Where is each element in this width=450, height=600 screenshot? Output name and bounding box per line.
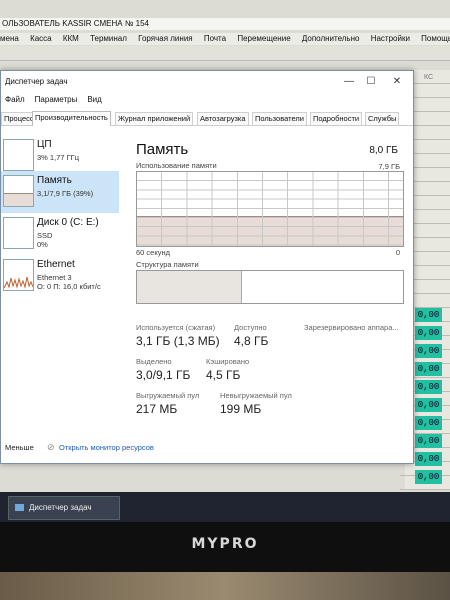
bg-menu-item[interactable]: Терминал: [90, 33, 127, 45]
window-title: Диспетчер задач: [5, 77, 68, 86]
close-button[interactable]: ✕: [389, 75, 405, 89]
bg-menu-item[interactable]: Перемещение: [237, 33, 290, 45]
memory-composition-bar: [136, 270, 404, 304]
sidebar-item-ethernet[interactable]: Ethernet Ethernet 3 О: 0 П: 16,0 кбит/с: [1, 255, 119, 297]
window-footer: Меньше ⊘ Открыть монитор ресурсов: [1, 439, 413, 459]
menu-file[interactable]: Файл: [5, 95, 25, 104]
bg-menu-item[interactable]: мена: [0, 33, 19, 45]
page-title: Память: [136, 141, 189, 158]
taskbar-item-task-manager[interactable]: Диспетчер задач: [8, 496, 120, 520]
tab-details[interactable]: Подробности: [310, 112, 363, 125]
sidebar-item-memory[interactable]: Память 3,1/7,9 ГБ (39%): [1, 171, 119, 213]
memory-thumbnail-fill: [4, 193, 33, 206]
bg-menu-item[interactable]: Настройки: [371, 33, 410, 45]
background-app-title: ОЛЬЗОВАТЕЛЬ KASSIR СМЕНА № 154: [0, 18, 450, 30]
graph-axis-time: 60 секунд: [136, 248, 170, 257]
grid-cell[interactable]: 0,00: [415, 362, 442, 376]
open-resource-monitor-link[interactable]: Открыть монитор ресурсов: [59, 443, 154, 452]
tab-app-history[interactable]: Журнал приложений: [115, 112, 194, 125]
bg-menu-item[interactable]: ККМ: [63, 33, 79, 45]
sidebar-item-detail: 3,1/7,9 ГБ (39%): [37, 189, 94, 198]
menu-view[interactable]: Вид: [87, 95, 101, 104]
structure-label: Структура памяти: [136, 260, 199, 269]
graph-gridlines: [137, 172, 403, 246]
resource-monitor-icon: ⊘: [47, 442, 55, 452]
taskbar-item-label: Диспетчер задач: [29, 503, 92, 512]
in-use-label: Используется (сжатая): [136, 323, 216, 332]
monitor-brand-logo: MYPRO: [191, 536, 259, 552]
title-bar[interactable]: Диспетчер задач — ☐ ✕: [1, 71, 413, 93]
usage-graph-max: 7,9 ГБ: [378, 162, 401, 171]
memory-thumbnail-graph: [3, 175, 34, 207]
grid-column-header: КС: [424, 74, 434, 81]
grid-cell[interactable]: 0,00: [415, 416, 442, 430]
committed-value: 3,0/9,1 ГБ: [136, 368, 191, 382]
memory-detail-pane: Память 8,0 ГБ Использование памяти 7,9 Г…: [134, 127, 406, 437]
menu-bar: Файл Параметры Вид: [1, 95, 108, 107]
background-app-toolbar: [0, 46, 450, 61]
in-use-value: 3,1 ГБ (1,3 МБ): [136, 334, 220, 348]
bg-menu-item[interactable]: Почта: [204, 33, 226, 45]
usage-graph-label: Использование памяти: [136, 161, 217, 170]
sidebar-item-detail: О: 0 П: 16,0 кбит/с: [37, 282, 101, 291]
graph-axis-zero: 0: [395, 248, 400, 257]
background-app-menu: мена Касса ККМ Терминал Горячая линия По…: [0, 33, 450, 45]
tab-performance[interactable]: Производительность: [32, 111, 111, 126]
grid-cell[interactable]: 0,00: [415, 452, 442, 466]
tab-bar: Процессы Производительность Журнал прило…: [1, 111, 413, 126]
task-manager-window: Диспетчер задач — ☐ ✕ Файл Параметры Вид П…: [0, 70, 414, 464]
grid-cell[interactable]: 0,00: [415, 326, 442, 340]
available-label: Доступно: [234, 323, 267, 332]
committed-label: Выделено: [136, 357, 172, 366]
tab-users[interactable]: Пользователи: [252, 112, 307, 125]
bg-menu-item[interactable]: Горячая линия: [138, 33, 192, 45]
tab-services[interactable]: Службы: [365, 112, 400, 125]
memory-total: 8,0 ГБ: [369, 145, 398, 156]
sidebar-item-detail: 3% 1,77 ГГц: [37, 153, 80, 162]
nonpaged-pool-label: Невыгружаемый пул: [220, 391, 292, 400]
grid-cell[interactable]: 0,00: [415, 344, 442, 358]
memory-usage-graph: [136, 171, 404, 247]
resource-sidebar: ЦП 3% 1,77 ГГц Память 3,1/7,9 ГБ (39%) Д…: [1, 127, 119, 437]
grid-cell[interactable]: 0,00: [415, 380, 442, 394]
taskbar: Диспетчер задач: [0, 492, 450, 522]
memory-composition-used: [137, 271, 242, 303]
grid-cell[interactable]: 0,00: [415, 398, 442, 412]
sidebar-item-label: Ethernet: [37, 259, 75, 270]
disk-thumbnail-graph: [3, 217, 34, 249]
ethernet-activity-sparkline: [3, 276, 34, 289]
sidebar-item-detail: Ethernet 3: [37, 273, 72, 282]
bg-menu-item[interactable]: Дополнительно: [302, 33, 360, 45]
available-value: 4,8 ГБ: [234, 334, 269, 348]
paged-pool-label: Выгружаемый пул: [136, 391, 200, 400]
ethernet-thumbnail-graph: [3, 259, 34, 291]
tab-startup[interactable]: Автозагрузка: [197, 112, 249, 125]
sidebar-item-label: Память: [37, 175, 72, 186]
nonpaged-pool-value: 199 МБ: [220, 402, 262, 416]
maximize-button[interactable]: ☐: [363, 75, 379, 89]
minimize-button[interactable]: —: [341, 75, 357, 89]
sidebar-item-disk[interactable]: Диск 0 (C: E:) SSD 0%: [1, 213, 119, 255]
grid-cell[interactable]: 0,00: [415, 434, 442, 448]
cached-label: Кэшировано: [206, 357, 250, 366]
sidebar-item-label: ЦП: [37, 139, 52, 150]
bg-menu-item[interactable]: Касса: [30, 33, 52, 45]
menu-options[interactable]: Параметры: [35, 95, 78, 104]
sidebar-item-detail: 0%: [37, 240, 48, 249]
cached-value: 4,5 ГБ: [206, 368, 241, 382]
desk-surface: [0, 572, 450, 600]
sidebar-item-detail: SSD: [37, 231, 53, 240]
paged-pool-value: 217 МБ: [136, 402, 178, 416]
grid-cell[interactable]: 0,00: [415, 470, 442, 484]
fewer-details-link[interactable]: Меньше: [5, 443, 34, 452]
grid-cell[interactable]: 0,00: [415, 308, 442, 322]
sidebar-item-label: Диск 0 (C: E:): [37, 217, 99, 228]
task-manager-icon: [15, 504, 24, 512]
reserved-label: Зарезервировано аппара...: [304, 323, 399, 332]
bg-menu-item[interactable]: Помощь: [421, 33, 450, 45]
cpu-thumbnail-graph: [3, 139, 34, 171]
